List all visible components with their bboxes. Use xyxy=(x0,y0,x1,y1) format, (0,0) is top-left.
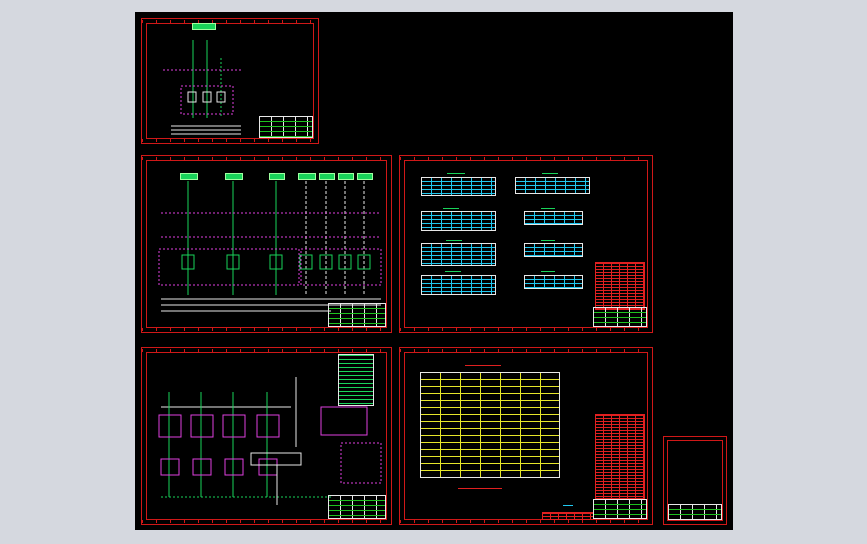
sheet-4-terminal-group xyxy=(340,442,382,484)
sheet-4-breaker-box-1 xyxy=(160,458,180,476)
sheet-2-meter-group xyxy=(300,248,382,286)
sheet-4-relay-box-3 xyxy=(222,414,246,438)
sheet-4-control-panel xyxy=(320,406,368,436)
sheet-4-relay-box-2 xyxy=(190,414,214,438)
schematic-wiring-layer xyxy=(158,40,382,505)
sheet-1-relay-icon-1 xyxy=(187,91,197,103)
sheet-4-relay-box-4 xyxy=(256,414,280,438)
cad-drawing-canvas[interactable] xyxy=(135,12,733,530)
sheet-4-breaker-box-3 xyxy=(224,458,244,476)
sheet-4-breaker-box-2 xyxy=(192,458,212,476)
sheet-4-relay-box-1 xyxy=(158,414,182,438)
sheet-4-breaker-box-4 xyxy=(258,458,278,476)
sheet-2-relay-group xyxy=(158,248,300,286)
sheet-1-relay-icon-3 xyxy=(216,91,226,103)
